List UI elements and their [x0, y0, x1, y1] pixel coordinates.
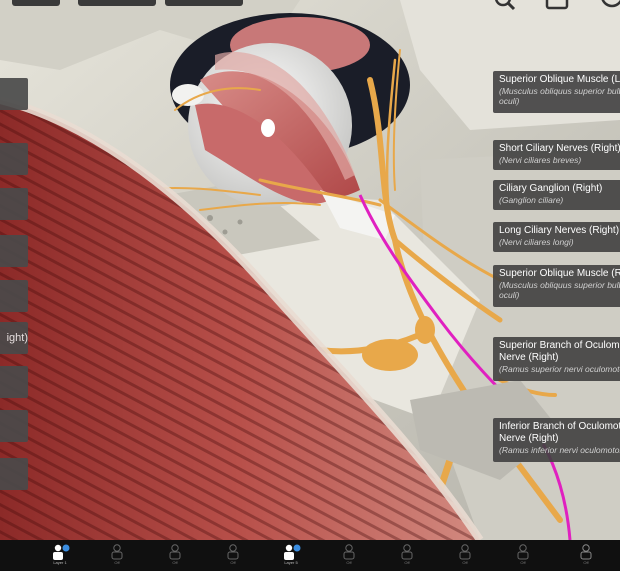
- label-ciliary-ganglion[interactable]: Ciliary Ganglion (Right) (Ganglion cilia…: [493, 180, 620, 210]
- label-inferior-branch-oculomotor[interactable]: Inferior Branch of Oculomotor Nerve (Rig…: [493, 418, 620, 462]
- person-icon: [227, 544, 239, 560]
- settings-icon[interactable]: [596, 0, 620, 14]
- left-panel-tab-2[interactable]: [0, 143, 28, 175]
- left-panel-tab-5[interactable]: [0, 280, 28, 312]
- label-name: Inferior Branch of Oculomotor: [499, 421, 620, 432]
- label-latin: oculi): [499, 290, 520, 300]
- label-latin: (Ramus superior nervi oculomotorii): [499, 364, 620, 374]
- layer-button-8[interactable]: Off: [452, 544, 478, 570]
- top-tab-2[interactable]: [78, 0, 156, 6]
- layer-caption: Off: [462, 560, 468, 565]
- layer-button-7[interactable]: Off: [394, 544, 420, 570]
- layer-button-2[interactable]: Off: [104, 544, 130, 570]
- label-name: Short Ciliary Nerves (Right): [499, 143, 620, 154]
- person-icon: [284, 544, 301, 560]
- nerve-junction: [415, 316, 435, 344]
- search-icon[interactable]: [492, 0, 518, 14]
- layer-caption: Off: [172, 560, 178, 565]
- layer-button-10[interactable]: Off: [573, 544, 599, 570]
- label-superior-oblique-right[interactable]: Superior Oblique Muscle (Right) (Musculu…: [493, 265, 620, 307]
- layer-caption: Off: [583, 560, 589, 565]
- layer-toolbar: Layer 1 Off Off Off Layer 5 Off Off Off …: [0, 540, 620, 571]
- left-panel-tab-9[interactable]: [0, 458, 28, 490]
- person-icon: [169, 544, 181, 560]
- layer-button-4[interactable]: Off: [220, 544, 246, 570]
- label-latin: (Nervi ciliares breves): [499, 155, 582, 165]
- layer-caption: Layer 1: [53, 560, 67, 565]
- person-icon: [343, 544, 355, 560]
- top-tab-3[interactable]: [165, 0, 243, 6]
- layer-caption: Layer 5: [284, 560, 298, 565]
- person-icon: [580, 544, 592, 560]
- left-panel-tab-1[interactable]: [0, 78, 28, 110]
- layer-button-6[interactable]: Off: [336, 544, 362, 570]
- layers-icon[interactable]: [544, 0, 570, 14]
- layer-caption: Off: [520, 560, 526, 565]
- label-latin: oculi): [499, 96, 520, 106]
- label-name: Nerve (Right): [499, 352, 559, 363]
- person-icon: [459, 544, 471, 560]
- left-panel-tab-7[interactable]: [0, 366, 28, 398]
- left-panel-tab-3[interactable]: [0, 188, 28, 220]
- person-icon: [517, 544, 529, 560]
- layer-button-5[interactable]: Layer 5: [278, 544, 304, 570]
- label-name: Superior Oblique Muscle (Right): [499, 268, 620, 279]
- person-icon: [53, 544, 70, 560]
- globe-highlight: [261, 119, 275, 137]
- label-latin: (Musculus obliquus superior bulbi: [499, 280, 620, 290]
- left-panel-partial-text: ight): [6, 332, 28, 344]
- label-name: Ciliary Ganglion (Right): [499, 183, 603, 194]
- left-panel-tab-8[interactable]: [0, 410, 28, 442]
- label-latin: (Musculus obliquus superior bulbi: [499, 86, 620, 96]
- 3d-viewport[interactable]: ight) Superior Oblique Muscle (Left) (Mu…: [0, 0, 620, 540]
- label-short-ciliary-nerves[interactable]: Short Ciliary Nerves (Right) (Nervi cili…: [493, 140, 620, 170]
- person-icon: [111, 544, 123, 560]
- ciliary-ganglion: [362, 339, 418, 371]
- layer-caption: Off: [230, 560, 236, 565]
- label-latin: (Ramus inferior nervi oculomotorii): [499, 445, 620, 455]
- layer-button-1[interactable]: Layer 1: [47, 544, 73, 570]
- layer-button-3[interactable]: Off: [162, 544, 188, 570]
- person-icon: [401, 544, 413, 560]
- label-superior-branch-oculomotor[interactable]: Superior Branch of Oculomotor Nerve (Rig…: [493, 337, 620, 381]
- label-name: Long Ciliary Nerves (Right): [499, 225, 620, 236]
- layer-button-9[interactable]: Off: [510, 544, 536, 570]
- top-tab-1[interactable]: [12, 0, 60, 6]
- left-panel-tab-4[interactable]: [0, 235, 28, 267]
- layer-caption: Off: [346, 560, 352, 565]
- label-superior-oblique-left[interactable]: Superior Oblique Muscle (Left) (Musculus…: [493, 71, 620, 113]
- layer-caption: Off: [404, 560, 410, 565]
- layer-caption: Off: [114, 560, 120, 565]
- left-panel-tab-6[interactable]: ight): [0, 322, 28, 354]
- label-name: Superior Branch of Oculomotor: [499, 340, 620, 351]
- label-latin: (Nervi ciliares longi): [499, 237, 574, 247]
- label-name: Superior Oblique Muscle (Left): [499, 74, 620, 85]
- label-long-ciliary-nerves[interactable]: Long Ciliary Nerves (Right) (Nervi cilia…: [493, 222, 620, 252]
- label-name: Nerve (Right): [499, 433, 559, 444]
- label-latin: (Ganglion ciliare): [499, 195, 564, 205]
